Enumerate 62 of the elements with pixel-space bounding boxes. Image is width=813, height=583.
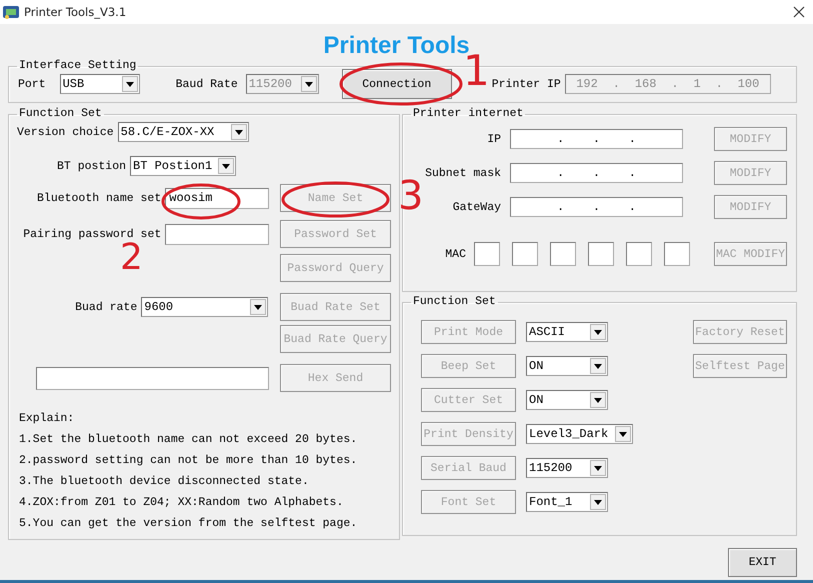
field-label: Subnet mask [424, 166, 501, 180]
explain-line: 5.You can get the version from the selftest page. [18, 516, 358, 532]
field-label: Baud Rate [176, 78, 238, 90]
mac-field[interactable] [550, 242, 576, 266]
dropdown[interactable]: ASCII [526, 322, 608, 342]
dropdown[interactable]: BT Postion1 [130, 156, 236, 176]
field-label: Port [18, 78, 46, 90]
input-field[interactable]: woosim [165, 188, 270, 208]
dropdown[interactable]: 115200 [526, 458, 608, 478]
connection-button[interactable]: Connection [342, 69, 452, 99]
caret-icon [250, 299, 266, 315]
ip-address-field[interactable]: . . . [510, 163, 683, 183]
window-title: Printer Tools_V3.1 [24, 5, 128, 19]
mac-field[interactable] [588, 242, 614, 266]
explain-line: 4.ZOX:from Z01 to Z04; XX:Random two Alphabets. [18, 495, 344, 511]
group-title: Function Set [412, 296, 497, 308]
mac-field[interactable] [664, 242, 690, 266]
mac-field[interactable] [474, 242, 500, 266]
dropdown[interactable]: 9600 [141, 297, 268, 317]
field-label: Version choice [17, 126, 114, 138]
field-label: GateWay [452, 200, 501, 214]
mac-field[interactable] [512, 242, 538, 266]
exit-button[interactable]: EXIT [728, 548, 797, 577]
mac-field[interactable] [626, 242, 652, 266]
group-title: Printer internet [412, 108, 524, 120]
caret-icon [218, 158, 234, 174]
group-title: Interface Setting [18, 60, 138, 72]
explain-line: 3.The bluetooth device disconnected state. [18, 474, 310, 490]
caret-icon [590, 324, 606, 340]
ip-address-field[interactable]: . . . [510, 197, 683, 217]
explain-line: 1.Set the bluetooth name can not exceed 20 bytes. [18, 432, 358, 448]
field-label: Bluetooth name set [37, 192, 162, 204]
app-icon [2, 4, 20, 20]
caret-icon [300, 76, 317, 92]
field-label: MAC [444, 248, 466, 260]
annotation-number: 2 [120, 240, 143, 276]
field-label: IP [486, 132, 501, 146]
field-label: Buad rate [75, 300, 138, 314]
field-label: BT postion [56, 160, 126, 172]
caret-icon [590, 392, 606, 408]
caret-icon [590, 460, 606, 476]
ip-address-field[interactable]: . . . [510, 129, 683, 149]
dropdown[interactable]: 58.C/E-ZOX-XX [118, 122, 249, 142]
dropdown[interactable]: ON [526, 390, 608, 410]
input-field[interactable] [165, 224, 270, 244]
close-icon[interactable] [793, 6, 805, 18]
dropdown[interactable]: Level3_Dark [526, 424, 633, 444]
caret-icon [230, 124, 247, 140]
input-field[interactable] [36, 366, 270, 390]
dropdown[interactable]: Font_1 [526, 492, 608, 512]
dropdown[interactable]: USB [60, 74, 140, 94]
caret-icon [122, 76, 138, 92]
field-label: Printer IP [492, 78, 561, 90]
caret-icon [590, 494, 606, 510]
explain-line: 2.password setting can not be more than 10 bytes. [18, 453, 358, 469]
field-label: Pairing password set [23, 228, 162, 240]
caret-icon [615, 426, 631, 442]
explain-title: Explain: [18, 411, 76, 427]
dropdown[interactable]: ON [526, 356, 608, 376]
group-title: Function Set [18, 108, 103, 120]
caret-icon [590, 358, 606, 374]
annotation-number: 3 [398, 176, 424, 216]
